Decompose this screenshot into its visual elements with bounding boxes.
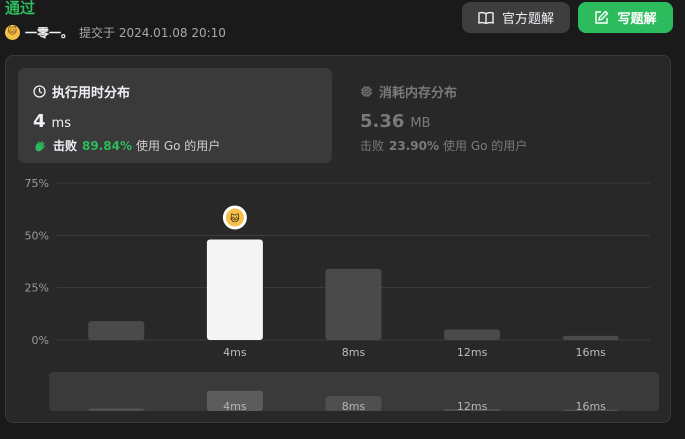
- x-tick-label: 4ms: [223, 346, 247, 359]
- highlight-bar[interactable]: [206, 239, 263, 340]
- distribution-bar[interactable]: [88, 321, 145, 340]
- distribution-bar[interactable]: [562, 335, 619, 340]
- overview-label: 12ms: [457, 400, 488, 413]
- y-tick-label: 0%: [32, 334, 49, 347]
- y-tick-label: 75%: [25, 177, 49, 190]
- overview-label: 4ms: [223, 400, 247, 413]
- cat-face-glyph: 🐱: [230, 214, 239, 225]
- y-tick-label: 25%: [25, 282, 49, 295]
- distribution-bar[interactable]: [444, 329, 501, 340]
- overview-label: 8ms: [342, 400, 366, 413]
- overview-bar: [88, 408, 145, 411]
- runtime-distribution-chart: 75% 50% 25% 0% 4ms 🐱 8ms 12ms 16ms 4ms 8ms 12ms 16ms: [25, 177, 659, 413]
- distribution-bar[interactable]: [325, 268, 382, 340]
- x-tick-label: 8ms: [342, 346, 366, 359]
- x-tick-label: 12ms: [457, 346, 488, 359]
- overview-label: 16ms: [575, 400, 606, 413]
- y-tick-label: 50%: [25, 229, 49, 242]
- x-tick-label: 16ms: [575, 346, 606, 359]
